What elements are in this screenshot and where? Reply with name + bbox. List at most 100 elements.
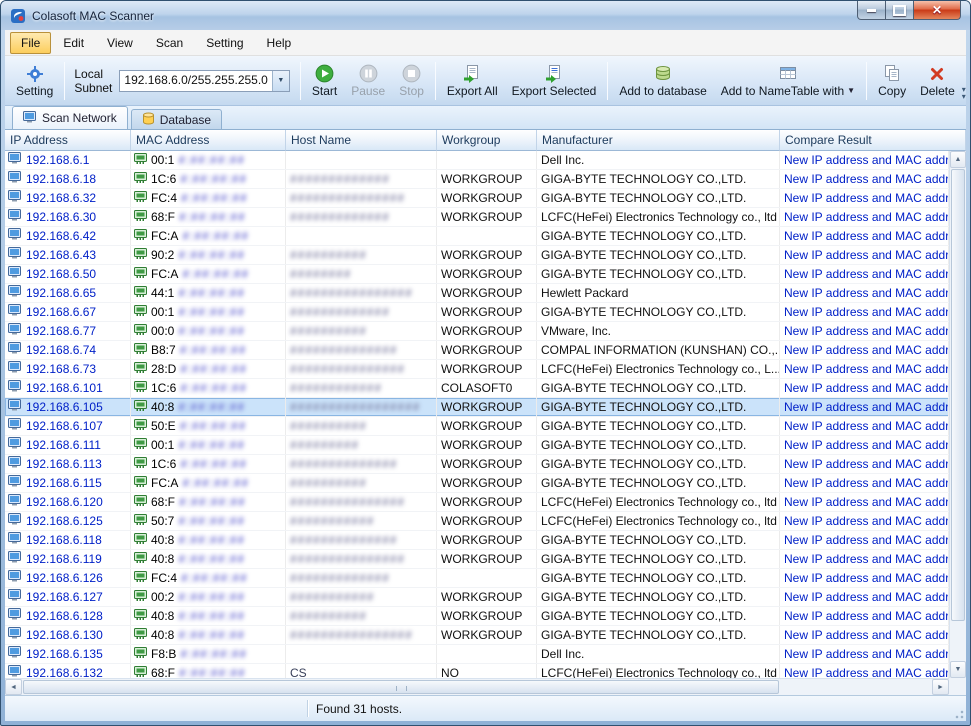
- hostname-redacted: ###########: [290, 590, 374, 604]
- nic-icon: [134, 341, 148, 359]
- table-row[interactable]: 192.168.6.73 28:D #:##:##:## ###########…: [5, 360, 949, 379]
- table-row[interactable]: 192.168.6.127 00:2 #:##:##:## ##########…: [5, 588, 949, 607]
- table-row[interactable]: 192.168.6.18 1C:6 #:##:##:## ###########…: [5, 170, 949, 189]
- hostname-cell: ###########: [286, 512, 437, 530]
- delete-button[interactable]: Delete: [913, 60, 962, 102]
- manufacturer-cell: GIGA-BYTE TECHNOLOGY CO.,LTD.: [537, 607, 780, 625]
- setting-button[interactable]: Setting: [9, 60, 60, 102]
- mac-address-redacted: #:##:##:##: [182, 474, 249, 492]
- minimize-button[interactable]: [857, 1, 886, 20]
- menu-item-edit[interactable]: Edit: [52, 32, 95, 54]
- table-row[interactable]: 192.168.6.120 68:F #:##:##:## ##########…: [5, 493, 949, 512]
- scroll-up-icon[interactable]: ▲: [950, 151, 966, 168]
- table-row[interactable]: 192.168.6.125 50:7 #:##:##:## ##########…: [5, 512, 949, 531]
- add-to-nametable-button[interactable]: Add to NameTable with▼: [714, 60, 862, 102]
- column-header-workgroup[interactable]: Workgroup: [437, 130, 537, 151]
- copy-button[interactable]: Copy: [871, 60, 913, 102]
- mac-cell: 00:1 #:##:##:##: [131, 151, 286, 169]
- table-row[interactable]: 192.168.6.65 44:1 #:##:##:## ###########…: [5, 284, 949, 303]
- column-header-ip[interactable]: IP Address: [5, 130, 131, 151]
- maximize-button[interactable]: [886, 1, 914, 20]
- table-row[interactable]: 192.168.6.132 68:F #:##:##:## CS NO LCFC…: [5, 664, 949, 678]
- mac-address-prefix: FC:A: [151, 265, 178, 283]
- ip-address: 192.168.6.43: [26, 246, 96, 264]
- subnet-combobox[interactable]: 192.168.6.0/255.255.255.0 ▼: [119, 70, 289, 92]
- tab-scan-network[interactable]: Scan Network: [12, 106, 128, 129]
- scroll-right-icon[interactable]: ►: [932, 679, 949, 695]
- add-to-database-button[interactable]: Add to database: [612, 60, 713, 102]
- column-header-compare[interactable]: Compare Result: [780, 130, 966, 151]
- hostname-redacted: ###########: [290, 514, 374, 528]
- start-button[interactable]: Start: [305, 60, 344, 102]
- nic-icon: [134, 550, 148, 568]
- hostname-cell: #########: [286, 436, 437, 454]
- workgroup-cell: WORKGROUP: [437, 493, 537, 511]
- workgroup-cell: WORKGROUP: [437, 550, 537, 568]
- table-row[interactable]: 192.168.6.113 1C:6 #:##:##:## ##########…: [5, 455, 949, 474]
- table-row[interactable]: 192.168.6.1 00:1 #:##:##:## Dell Inc. Ne…: [5, 151, 949, 170]
- tab-database[interactable]: Database: [131, 109, 222, 129]
- toolbar-separator: [435, 62, 436, 100]
- resize-grip[interactable]: [952, 707, 964, 719]
- table-row[interactable]: 192.168.6.119 40:8 #:##:##:## ##########…: [5, 550, 949, 569]
- menu-item-setting[interactable]: Setting: [195, 32, 254, 54]
- nic-icon: [134, 588, 148, 606]
- table-row[interactable]: 192.168.6.32 FC:4 #:##:##:## ###########…: [5, 189, 949, 208]
- table-row[interactable]: 192.168.6.126 FC:4 #:##:##:## ##########…: [5, 569, 949, 588]
- hostname-redacted: #################: [290, 400, 420, 414]
- mac-cell: 50:E #:##:##:##: [131, 417, 286, 435]
- mac-address-prefix: 68:F: [151, 208, 175, 226]
- table-row[interactable]: 192.168.6.111 00:1 #:##:##:## ######### …: [5, 436, 949, 455]
- combo-dropdown-icon[interactable]: ▼: [272, 71, 289, 91]
- table-row[interactable]: 192.168.6.105 40:8 #:##:##:## ##########…: [5, 398, 949, 417]
- close-button[interactable]: ✕: [914, 1, 961, 20]
- vertical-scrollbar[interactable]: ▲ ▼: [949, 151, 966, 678]
- hostname-redacted: ##########: [290, 324, 367, 338]
- table-row[interactable]: 192.168.6.77 00:0 #:##:##:## ########## …: [5, 322, 949, 341]
- toolbar-separator: [64, 62, 65, 100]
- ip-address: 192.168.6.1: [26, 151, 89, 169]
- menu-item-view[interactable]: View: [96, 32, 144, 54]
- compare-result-cell: New IP address and MAC address: [780, 550, 949, 568]
- column-header-mac[interactable]: MAC Address: [131, 130, 286, 151]
- table-row[interactable]: 192.168.6.115 FC:A #:##:##:## ##########…: [5, 474, 949, 493]
- export-all-button[interactable]: Export All: [440, 60, 505, 102]
- ip-cell: 192.168.6.132: [5, 664, 131, 678]
- scroll-left-icon[interactable]: ◄: [5, 679, 22, 695]
- vertical-scroll-thumb[interactable]: [951, 169, 965, 621]
- scroll-down-icon[interactable]: ▼: [950, 661, 966, 678]
- mac-address-prefix: 44:1: [151, 284, 174, 302]
- table-row[interactable]: 192.168.6.107 50:E #:##:##:## ##########…: [5, 417, 949, 436]
- manufacturer-cell: GIGA-BYTE TECHNOLOGY CO.,LTD.: [537, 265, 780, 283]
- menu-item-help[interactable]: Help: [256, 32, 303, 54]
- table-row[interactable]: 192.168.6.43 90:2 #:##:##:## ########## …: [5, 246, 949, 265]
- pause-button[interactable]: Pause: [344, 60, 392, 102]
- toolbar-overflow-button[interactable]: ▾▾: [962, 60, 966, 102]
- horizontal-scroll-thumb[interactable]: [23, 680, 779, 694]
- stop-button[interactable]: Stop: [392, 60, 431, 102]
- table-row[interactable]: 192.168.6.128 40:8 #:##:##:## ##########…: [5, 607, 949, 626]
- column-header-manufacturer[interactable]: Manufacturer: [537, 130, 780, 151]
- mac-cell: 00:1 #:##:##:##: [131, 303, 286, 321]
- table-row[interactable]: 192.168.6.42 FC:A #:##:##:## GIGA-BYTE T…: [5, 227, 949, 246]
- table-row[interactable]: 192.168.6.67 00:1 #:##:##:## ###########…: [5, 303, 949, 322]
- table-row[interactable]: 192.168.6.50 FC:A #:##:##:## ######## WO…: [5, 265, 949, 284]
- compare-result-cell: New IP address and MAC address: [780, 417, 949, 435]
- menu-item-file[interactable]: File: [10, 32, 51, 54]
- menu-item-scan[interactable]: Scan: [145, 32, 194, 54]
- table-row[interactable]: 192.168.6.30 68:F #:##:##:## ###########…: [5, 208, 949, 227]
- manufacturer-cell: GIGA-BYTE TECHNOLOGY CO.,LTD.: [537, 189, 780, 207]
- table-row[interactable]: 192.168.6.74 B8:7 #:##:##:## ###########…: [5, 341, 949, 360]
- mac-address-prefix: 40:8: [151, 550, 174, 568]
- table-row[interactable]: 192.168.6.118 40:8 #:##:##:## ##########…: [5, 531, 949, 550]
- table-row[interactable]: 192.168.6.130 40:8 #:##:##:## ##########…: [5, 626, 949, 645]
- export-selected-button[interactable]: Export Selected: [505, 60, 604, 102]
- column-header-hostname[interactable]: Host Name: [286, 130, 437, 151]
- titlebar[interactable]: Colasoft MAC Scanner ✕: [1, 1, 970, 30]
- table-row[interactable]: 192.168.6.135 F8:B #:##:##:## Dell Inc. …: [5, 645, 949, 664]
- mac-address-redacted: #:##:##:##: [178, 607, 245, 625]
- horizontal-scrollbar[interactable]: ◄ ►: [5, 678, 949, 695]
- table-row[interactable]: 192.168.6.101 1C:6 #:##:##:## ##########…: [5, 379, 949, 398]
- workgroup-cell: WORKGROUP: [437, 626, 537, 644]
- hostname-cell: ##############: [286, 455, 437, 473]
